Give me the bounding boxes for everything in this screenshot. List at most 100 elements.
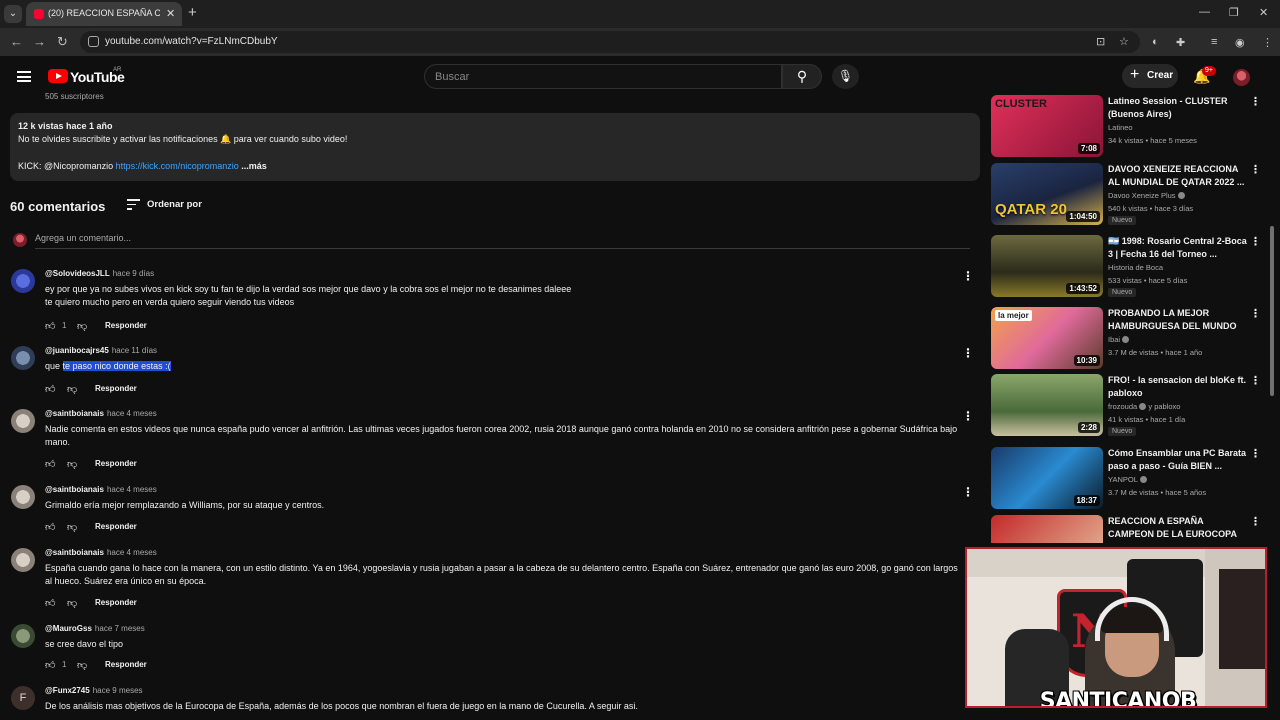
video-title[interactable]: 🇦🇷 1998: Rosario Central 2-Boca 3 | Fech… [1108,235,1248,261]
recommended-video[interactable]: 18:37 Cómo Ensamblar una PC Barata paso … [991,447,1267,509]
comment-author[interactable]: @saintboianais [45,485,104,494]
video-title[interactable]: REACCION A ESPAÑA CAMPEON DE LA EUROCOPA [1108,515,1248,541]
recommended-video[interactable]: 1:43:52 🇦🇷 1998: Rosario Central 2-Boca … [991,235,1267,297]
extensions-puzzle-icon[interactable]: ✚ [1176,36,1185,49]
dislike-icon[interactable]: 👎︎ [67,597,78,609]
install-app-icon[interactable]: ⊡ [1096,35,1105,48]
commenter-avatar[interactable] [11,548,35,572]
recommended-video[interactable]: la mejor 10:39 PROBANDO LA MEJOR HAMBURG… [991,307,1267,369]
video-title[interactable]: Cómo Ensamblar una PC Barata paso a paso… [1108,447,1248,473]
kick-link[interactable]: https://kick.com/nicopromanzio [116,161,239,171]
recommended-video[interactable]: 2:28 FRO! - la sensacion del bloKe ft. p… [991,374,1267,436]
account-avatar[interactable] [1233,69,1250,86]
comment-time[interactable]: hace 7 meses [95,624,145,633]
comment-time[interactable]: hace 4 meses [107,485,157,494]
video-menu-icon[interactable]: ⋮ [1250,95,1261,108]
reply-button[interactable]: Responder [105,321,147,330]
comment-menu-icon[interactable]: ⋮ [962,269,974,283]
search-input[interactable]: Buscar [424,64,782,89]
bookmark-star-icon[interactable]: ☆ [1119,35,1129,48]
hamburger-menu-icon[interactable] [17,71,31,82]
like-icon[interactable]: 👍︎ [45,521,56,533]
video-menu-icon[interactable]: ⋮ [1250,374,1261,387]
dislike-icon[interactable]: 👎︎ [67,521,78,533]
reply-button[interactable]: Responder [105,660,147,669]
comment-author[interactable]: @Funx2745 [45,686,90,695]
commenter-avatar[interactable]: F [11,686,35,710]
browser-tab[interactable]: (20) REACCION ESPAÑA CAMPEON ✕ [26,2,182,26]
like-icon[interactable]: 👍︎ [45,320,56,332]
comment-author[interactable]: @saintboianais [45,548,104,557]
comment-time[interactable]: hace 9 días [113,269,154,278]
comment-author[interactable]: @MauroGss [45,624,92,633]
maximize-icon[interactable]: ❐ [1229,6,1239,19]
video-menu-icon[interactable]: ⋮ [1250,307,1261,320]
video-thumbnail[interactable]: CLUSTER 7:08 [991,95,1103,157]
commenter-avatar[interactable] [11,269,35,293]
like-icon[interactable]: 👍︎ [45,659,56,671]
back-icon[interactable]: ← [10,34,23,49]
channel-name[interactable]: YANPOL [1108,475,1147,484]
video-description[interactable]: 12 k vistas hace 1 año No te olvides sus… [10,113,980,181]
commenter-avatar[interactable] [11,624,35,648]
comment-time[interactable]: hace 9 meses [93,686,143,695]
video-menu-icon[interactable]: ⋮ [1250,235,1261,248]
channel-name[interactable]: Ibai [1108,335,1130,344]
recommended-video[interactable]: REACCION A ESPAÑA CAMPEON DE LA EUROCOPA… [991,515,1267,543]
extension-icon[interactable]: ◐ [1152,36,1159,48]
video-title[interactable]: Latineo Session - CLUSTER (Buenos Aires) [1108,95,1248,121]
reply-button[interactable]: Responder [95,522,137,531]
video-thumbnail[interactable]: QATAR 20 1:04:50 [991,163,1103,225]
video-menu-icon[interactable]: ⋮ [1250,163,1261,176]
comment-menu-icon[interactable]: ⋮ [962,409,974,423]
minimize-icon[interactable]: — [1199,6,1210,18]
reply-button[interactable]: Responder [95,384,137,393]
channel-name[interactable]: Latineo [1108,123,1133,132]
like-icon[interactable]: 👍︎ [45,458,56,470]
tab-search-icon[interactable]: ⌄ [4,5,22,23]
video-thumbnail[interactable]: 1:43:52 [991,235,1103,297]
video-thumbnail[interactable]: 2:28 [991,374,1103,436]
address-bar[interactable]: youtube.com/watch?v=FzLNmCDbubY ⊡ ☆ [80,31,1140,53]
like-icon[interactable]: 👍︎ [45,383,56,395]
channel-name[interactable]: Davoo Xeneize Plus [1108,191,1185,200]
video-thumbnail[interactable]: la mejor 10:39 [991,307,1103,369]
video-menu-icon[interactable]: ⋮ [1250,447,1261,460]
media-control-icon[interactable]: ≡ [1211,36,1217,48]
page-scrollbar[interactable] [1270,96,1276,396]
youtube-logo-icon[interactable] [48,69,68,83]
add-comment-input[interactable]: Agrega un comentario... [35,233,970,249]
channel-name[interactable]: Historia de Boca [1108,263,1163,272]
forward-icon[interactable]: → [33,34,46,49]
voice-search-button[interactable]: 🎙 [832,64,859,89]
comment-time[interactable]: hace 4 meses [107,548,157,557]
scrollbar-thumb[interactable] [1270,226,1274,396]
video-thumbnail[interactable]: 18:37 [991,447,1103,509]
comment-author[interactable]: @saintboianais [45,409,104,418]
like-icon[interactable]: 👍︎ [45,597,56,609]
browser-menu-icon[interactable]: ⋮ [1262,36,1273,49]
sort-by-button[interactable]: Ordenar por [147,199,202,210]
dislike-icon[interactable]: 👎︎ [67,458,78,470]
dislike-icon[interactable]: 👎︎ [67,383,78,395]
video-title[interactable]: DAVOO XENEIZE REACCIONA AL MUNDIAL DE QA… [1108,163,1248,189]
profile-icon[interactable]: ◉ [1235,36,1245,49]
comment-author[interactable]: @juanibocajrs45 [45,346,109,355]
window-close-icon[interactable]: ✕ [1259,6,1268,19]
reply-button[interactable]: Responder [95,598,137,607]
sort-icon[interactable] [127,199,140,213]
search-button[interactable]: ⚲ [782,64,822,89]
comment-menu-icon[interactable]: ⋮ [962,346,974,360]
dislike-icon[interactable]: 👎︎ [77,320,88,332]
commenter-avatar[interactable] [11,346,35,370]
recommended-video[interactable]: QATAR 20 1:04:50 DAVOO XENEIZE REACCIONA… [991,163,1267,225]
commenter-avatar[interactable] [11,485,35,509]
create-button[interactable]: + Crear [1122,64,1178,88]
commenter-avatar[interactable] [11,409,35,433]
show-more-link[interactable]: ...más [239,161,267,171]
video-title[interactable]: PROBANDO LA MEJOR HAMBURGUESA DEL MUNDO [1108,307,1248,333]
comment-author[interactable]: @SolovideosJLL [45,269,110,278]
reload-icon[interactable]: ↻ [57,34,68,50]
new-tab-icon[interactable]: + [188,4,197,21]
comment-menu-icon[interactable]: ⋮ [962,485,974,499]
